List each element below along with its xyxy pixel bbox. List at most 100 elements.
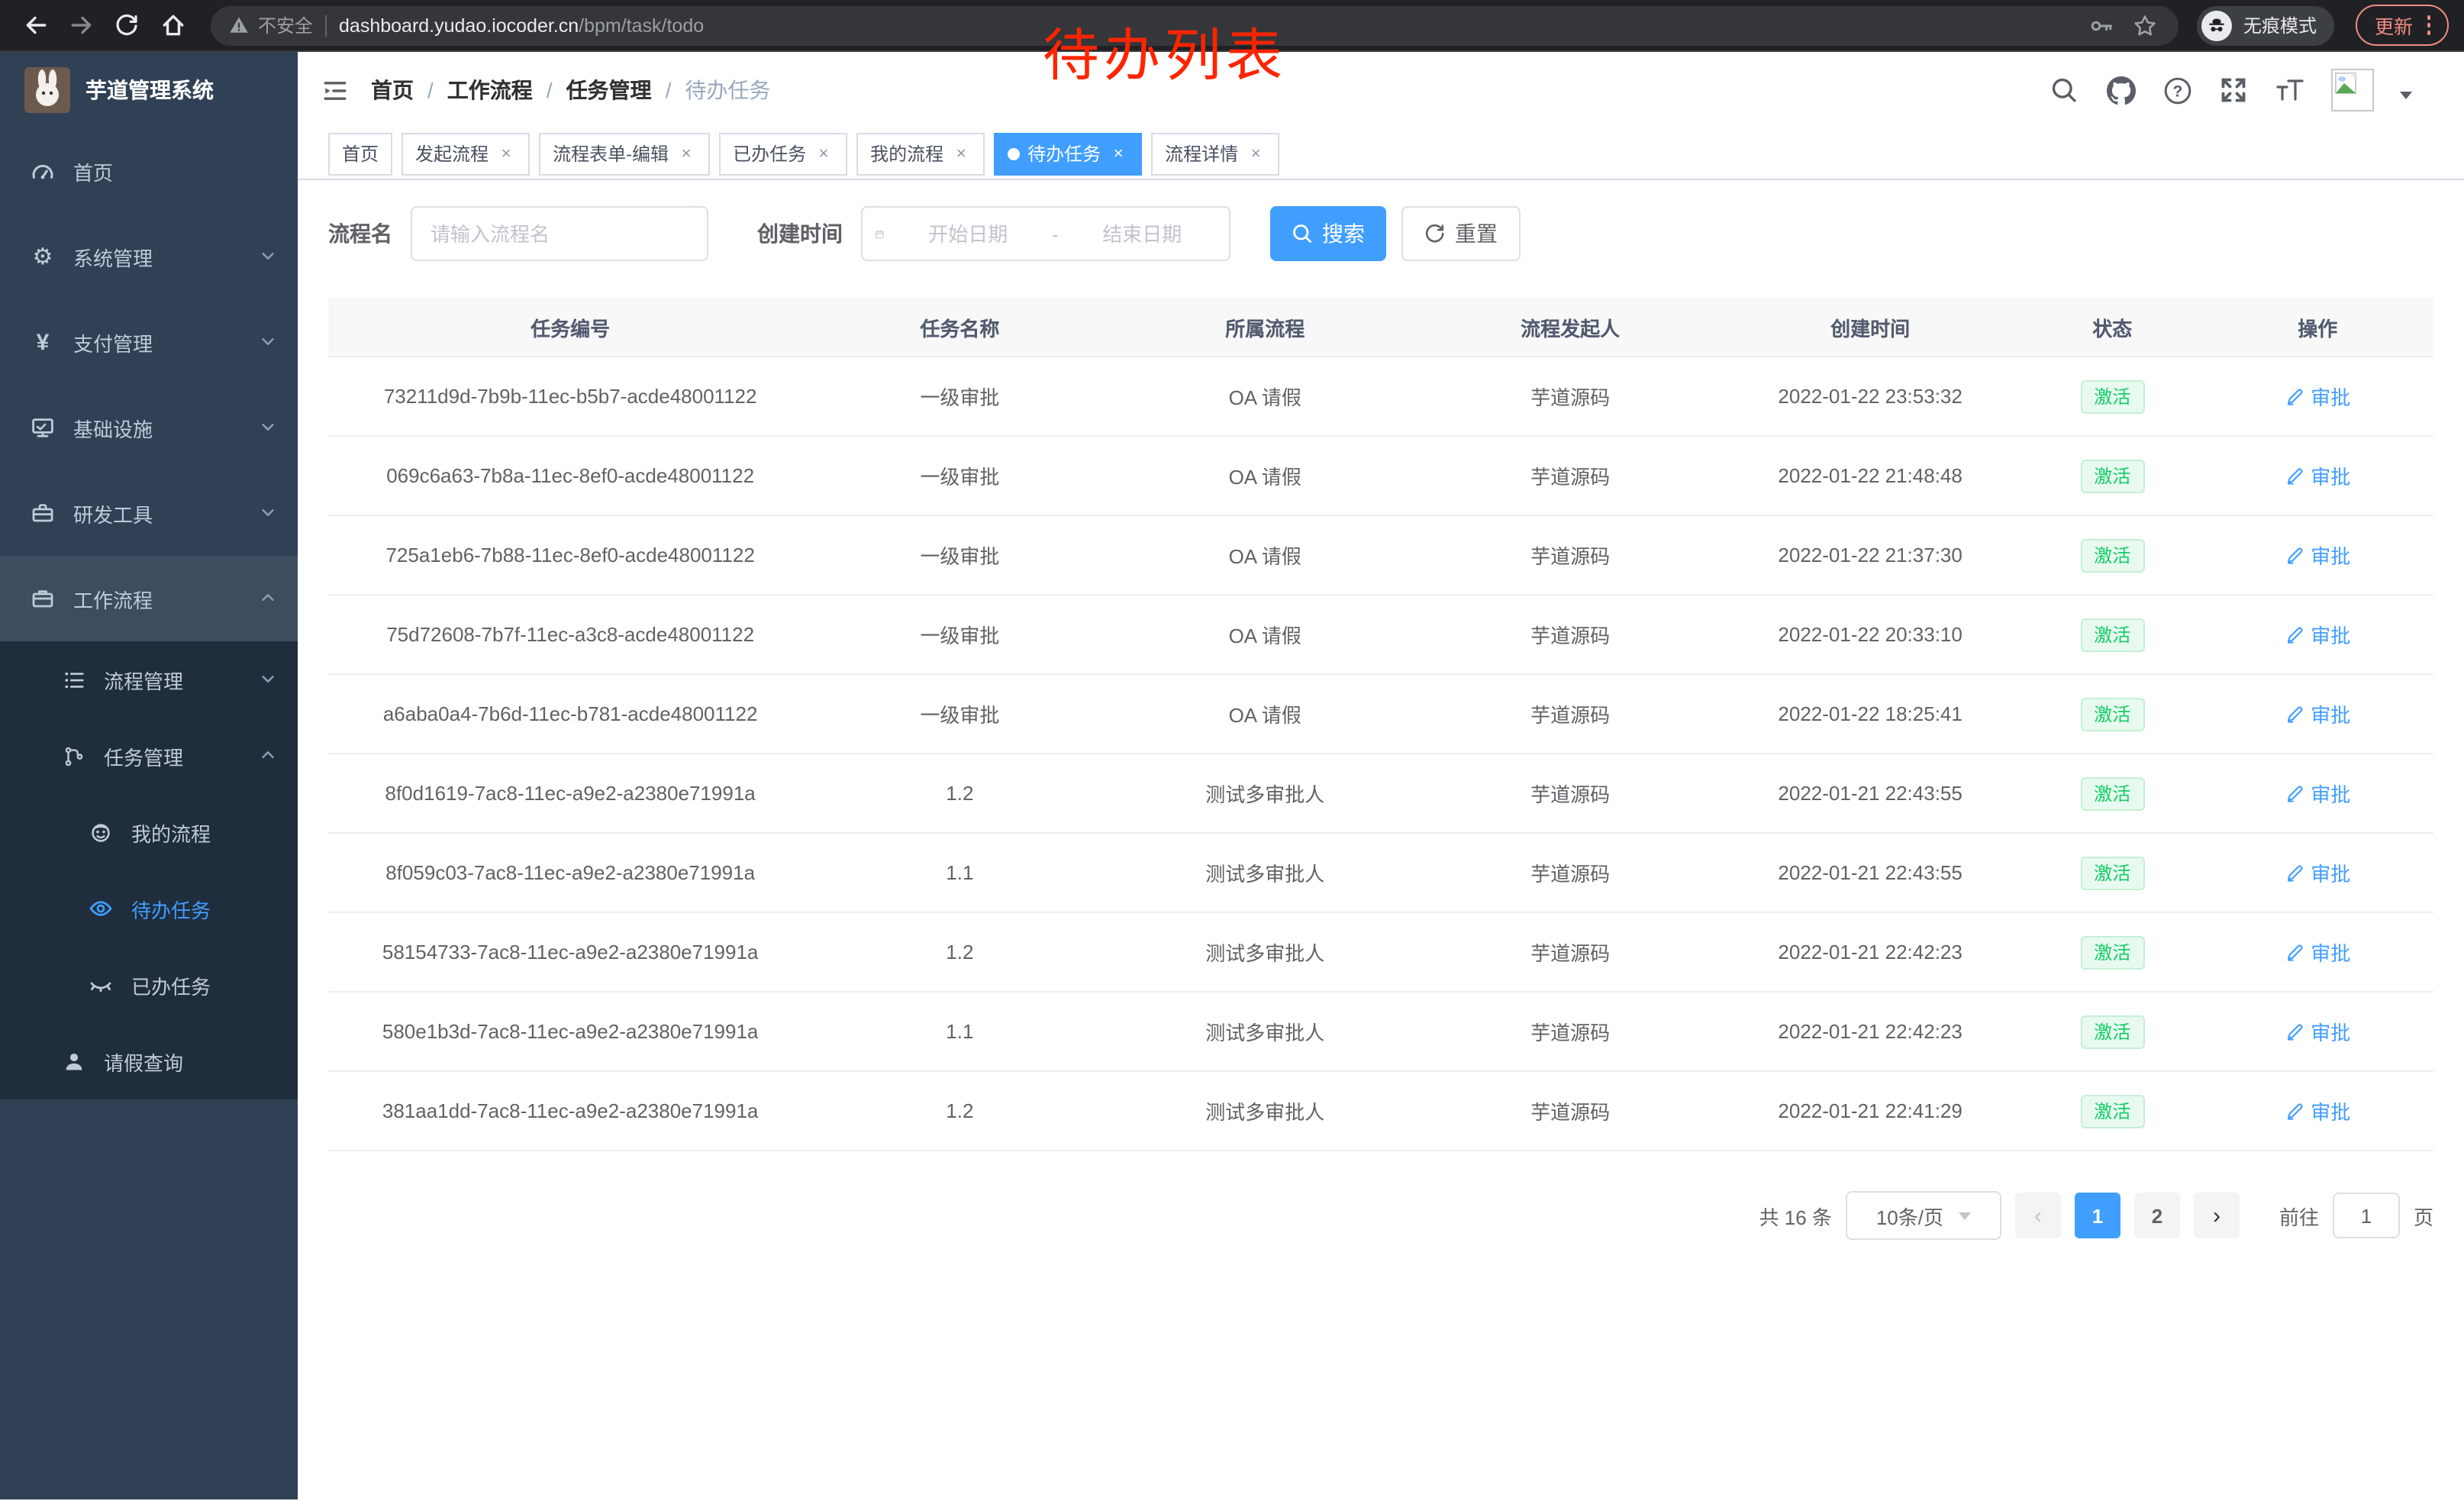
sidebar-item-system[interactable]: ⚙ 系统管理 bbox=[0, 214, 298, 299]
status-badge: 激活 bbox=[2080, 856, 2144, 889]
update-button[interactable]: 更新 bbox=[2356, 5, 2449, 46]
briefcase-icon bbox=[31, 586, 55, 611]
approve-link[interactable]: 审批 bbox=[2285, 541, 2350, 570]
bookmark-star-icon[interactable] bbox=[2130, 10, 2161, 40]
update-label: 更新 bbox=[2375, 11, 2413, 40]
page-button-2[interactable]: 2 bbox=[2134, 1193, 2180, 1238]
avatar-caret-icon[interactable] bbox=[2400, 91, 2412, 105]
tab-form-edit[interactable]: 流程表单-编辑× bbox=[539, 132, 710, 175]
status-badge: 激活 bbox=[2080, 459, 2144, 492]
reset-button[interactable]: 重置 bbox=[1401, 206, 1521, 261]
menu-dots-icon[interactable] bbox=[2427, 16, 2430, 35]
approve-link[interactable]: 审批 bbox=[2285, 382, 2350, 411]
sidebar-item-leave-query[interactable]: 请假查询 bbox=[0, 1023, 298, 1099]
col-starter: 流程发起人 bbox=[1423, 298, 1717, 357]
approve-link[interactable]: 审批 bbox=[2285, 858, 2350, 887]
search-icon[interactable] bbox=[2049, 75, 2079, 105]
next-page-button[interactable]: › bbox=[2194, 1193, 2240, 1238]
key-icon[interactable] bbox=[2088, 10, 2118, 40]
start-date-input[interactable] bbox=[894, 221, 1043, 247]
prev-page-button[interactable]: ‹ bbox=[2015, 1193, 2061, 1238]
sidebar-item-payment[interactable]: ¥ 支付管理 bbox=[0, 299, 298, 385]
tab-my-process[interactable]: 我的流程× bbox=[856, 132, 985, 175]
approve-link[interactable]: 审批 bbox=[2285, 461, 2350, 490]
goto-page-input[interactable] bbox=[2333, 1193, 2400, 1238]
approve-link[interactable]: 审批 bbox=[2285, 1017, 2350, 1046]
date-range-picker[interactable]: - bbox=[861, 206, 1230, 261]
warning-icon bbox=[229, 15, 249, 35]
page-button-1[interactable]: 1 bbox=[2075, 1193, 2121, 1238]
breadcrumb-workflow[interactable]: 工作流程 bbox=[447, 75, 533, 105]
sidebar-item-process-mgmt[interactable]: 流程管理 bbox=[0, 641, 298, 718]
sidebar-item-label: 流程管理 bbox=[104, 665, 241, 694]
avatar[interactable] bbox=[2331, 69, 2374, 111]
font-size-icon[interactable] bbox=[2275, 75, 2305, 105]
face-icon bbox=[89, 820, 113, 844]
sidebar-item-devtools[interactable]: 研发工具 bbox=[0, 470, 298, 556]
site-security[interactable]: 不安全 bbox=[229, 12, 313, 38]
tab-start-process[interactable]: 发起流程 × bbox=[402, 132, 530, 175]
cell-task-name: 一级审批 bbox=[812, 515, 1107, 595]
search-button[interactable]: 搜索 bbox=[1270, 206, 1386, 261]
sidebar-item-workflow[interactable]: 工作流程 bbox=[0, 556, 298, 641]
person-icon bbox=[61, 1049, 85, 1073]
tab-process-detail[interactable]: 流程详情× bbox=[1151, 132, 1279, 175]
close-icon[interactable]: × bbox=[1246, 144, 1266, 163]
total-count: 共 16 条 bbox=[1759, 1201, 1832, 1230]
pencil-icon bbox=[2285, 386, 2304, 406]
help-icon[interactable]: ? bbox=[2162, 75, 2192, 105]
reload-button[interactable] bbox=[107, 5, 147, 45]
sidebar-item-todo-tasks[interactable]: 待办任务 bbox=[0, 870, 298, 947]
tab-label: 发起流程 bbox=[415, 140, 489, 166]
home-button[interactable] bbox=[153, 5, 192, 45]
github-icon[interactable] bbox=[2105, 75, 2136, 105]
logo-image bbox=[24, 67, 70, 113]
cell-task-id: 75d72608-7b7f-11ec-a3c8-acde48001122 bbox=[328, 595, 812, 674]
cell-task-id: 069c6a63-7b8a-11ec-8ef0-acde48001122 bbox=[328, 436, 812, 515]
back-button[interactable] bbox=[15, 5, 55, 45]
approve-link[interactable]: 审批 bbox=[2285, 699, 2350, 728]
sidebar-item-task-mgmt[interactable]: 任务管理 bbox=[0, 718, 298, 794]
close-icon[interactable]: × bbox=[1108, 144, 1128, 163]
end-date-input[interactable] bbox=[1068, 221, 1217, 247]
page-size-select[interactable]: 10条/页 bbox=[1846, 1191, 2001, 1240]
status-badge: 激活 bbox=[2080, 697, 2144, 731]
sidebar-item-infra[interactable]: 基础设施 bbox=[0, 385, 298, 470]
breadcrumb-separator: / bbox=[427, 78, 434, 102]
tab-label: 待办任务 bbox=[1027, 140, 1101, 166]
address-bar[interactable]: 不安全 dashboard.yudao.iocoder.cn/bpm/task/… bbox=[211, 5, 2179, 45]
workflow-submenu: 流程管理 任务管理 我的流程 bbox=[0, 641, 298, 1099]
sidebar-item-done-tasks[interactable]: 已办任务 bbox=[0, 947, 298, 1023]
breadcrumb-task-mgmt[interactable]: 任务管理 bbox=[566, 75, 652, 105]
close-icon[interactable]: × bbox=[814, 144, 834, 163]
approve-link[interactable]: 审批 bbox=[2285, 779, 2350, 808]
tab-home[interactable]: 首页 bbox=[328, 132, 392, 175]
forward-button[interactable] bbox=[61, 5, 101, 45]
col-task-name: 任务名称 bbox=[812, 298, 1107, 357]
cell-process: OA 请假 bbox=[1107, 515, 1423, 595]
table-row: 069c6a63-7b8a-11ec-8ef0-acde48001122 一级审… bbox=[328, 436, 2433, 515]
sidebar-item-label: 首页 bbox=[73, 157, 276, 186]
close-icon[interactable]: × bbox=[676, 144, 696, 163]
chevron-down-icon bbox=[260, 331, 276, 353]
dashboard-icon bbox=[31, 159, 55, 183]
approve-link[interactable]: 审批 bbox=[2285, 1096, 2350, 1125]
approve-label: 审批 bbox=[2311, 779, 2350, 808]
app-logo[interactable]: 芋道管理系统 bbox=[0, 52, 298, 128]
cell-process: 测试多审批人 bbox=[1107, 833, 1423, 912]
tab-todo-tasks[interactable]: 待办任务 × bbox=[994, 132, 1142, 175]
url-text: dashboard.yudao.iocoder.cn/bpm/task/todo bbox=[339, 15, 704, 36]
close-icon[interactable]: × bbox=[496, 144, 516, 163]
approve-link[interactable]: 审批 bbox=[2285, 620, 2350, 649]
table-row: a6aba0a4-7b6d-11ec-b781-acde48001122 一级审… bbox=[328, 674, 2433, 754]
pencil-icon bbox=[2285, 625, 2304, 644]
tab-done-tasks[interactable]: 已办任务× bbox=[719, 132, 847, 175]
process-name-input[interactable] bbox=[427, 221, 692, 247]
breadcrumb-home[interactable]: 首页 bbox=[371, 75, 414, 105]
fullscreen-icon[interactable] bbox=[2218, 75, 2249, 105]
close-icon[interactable]: × bbox=[951, 144, 971, 163]
sidebar-item-my-process[interactable]: 我的流程 bbox=[0, 794, 298, 870]
sidebar-collapse-icon[interactable] bbox=[319, 75, 350, 105]
sidebar-item-home[interactable]: 首页 bbox=[0, 128, 298, 214]
approve-link[interactable]: 审批 bbox=[2285, 938, 2350, 967]
